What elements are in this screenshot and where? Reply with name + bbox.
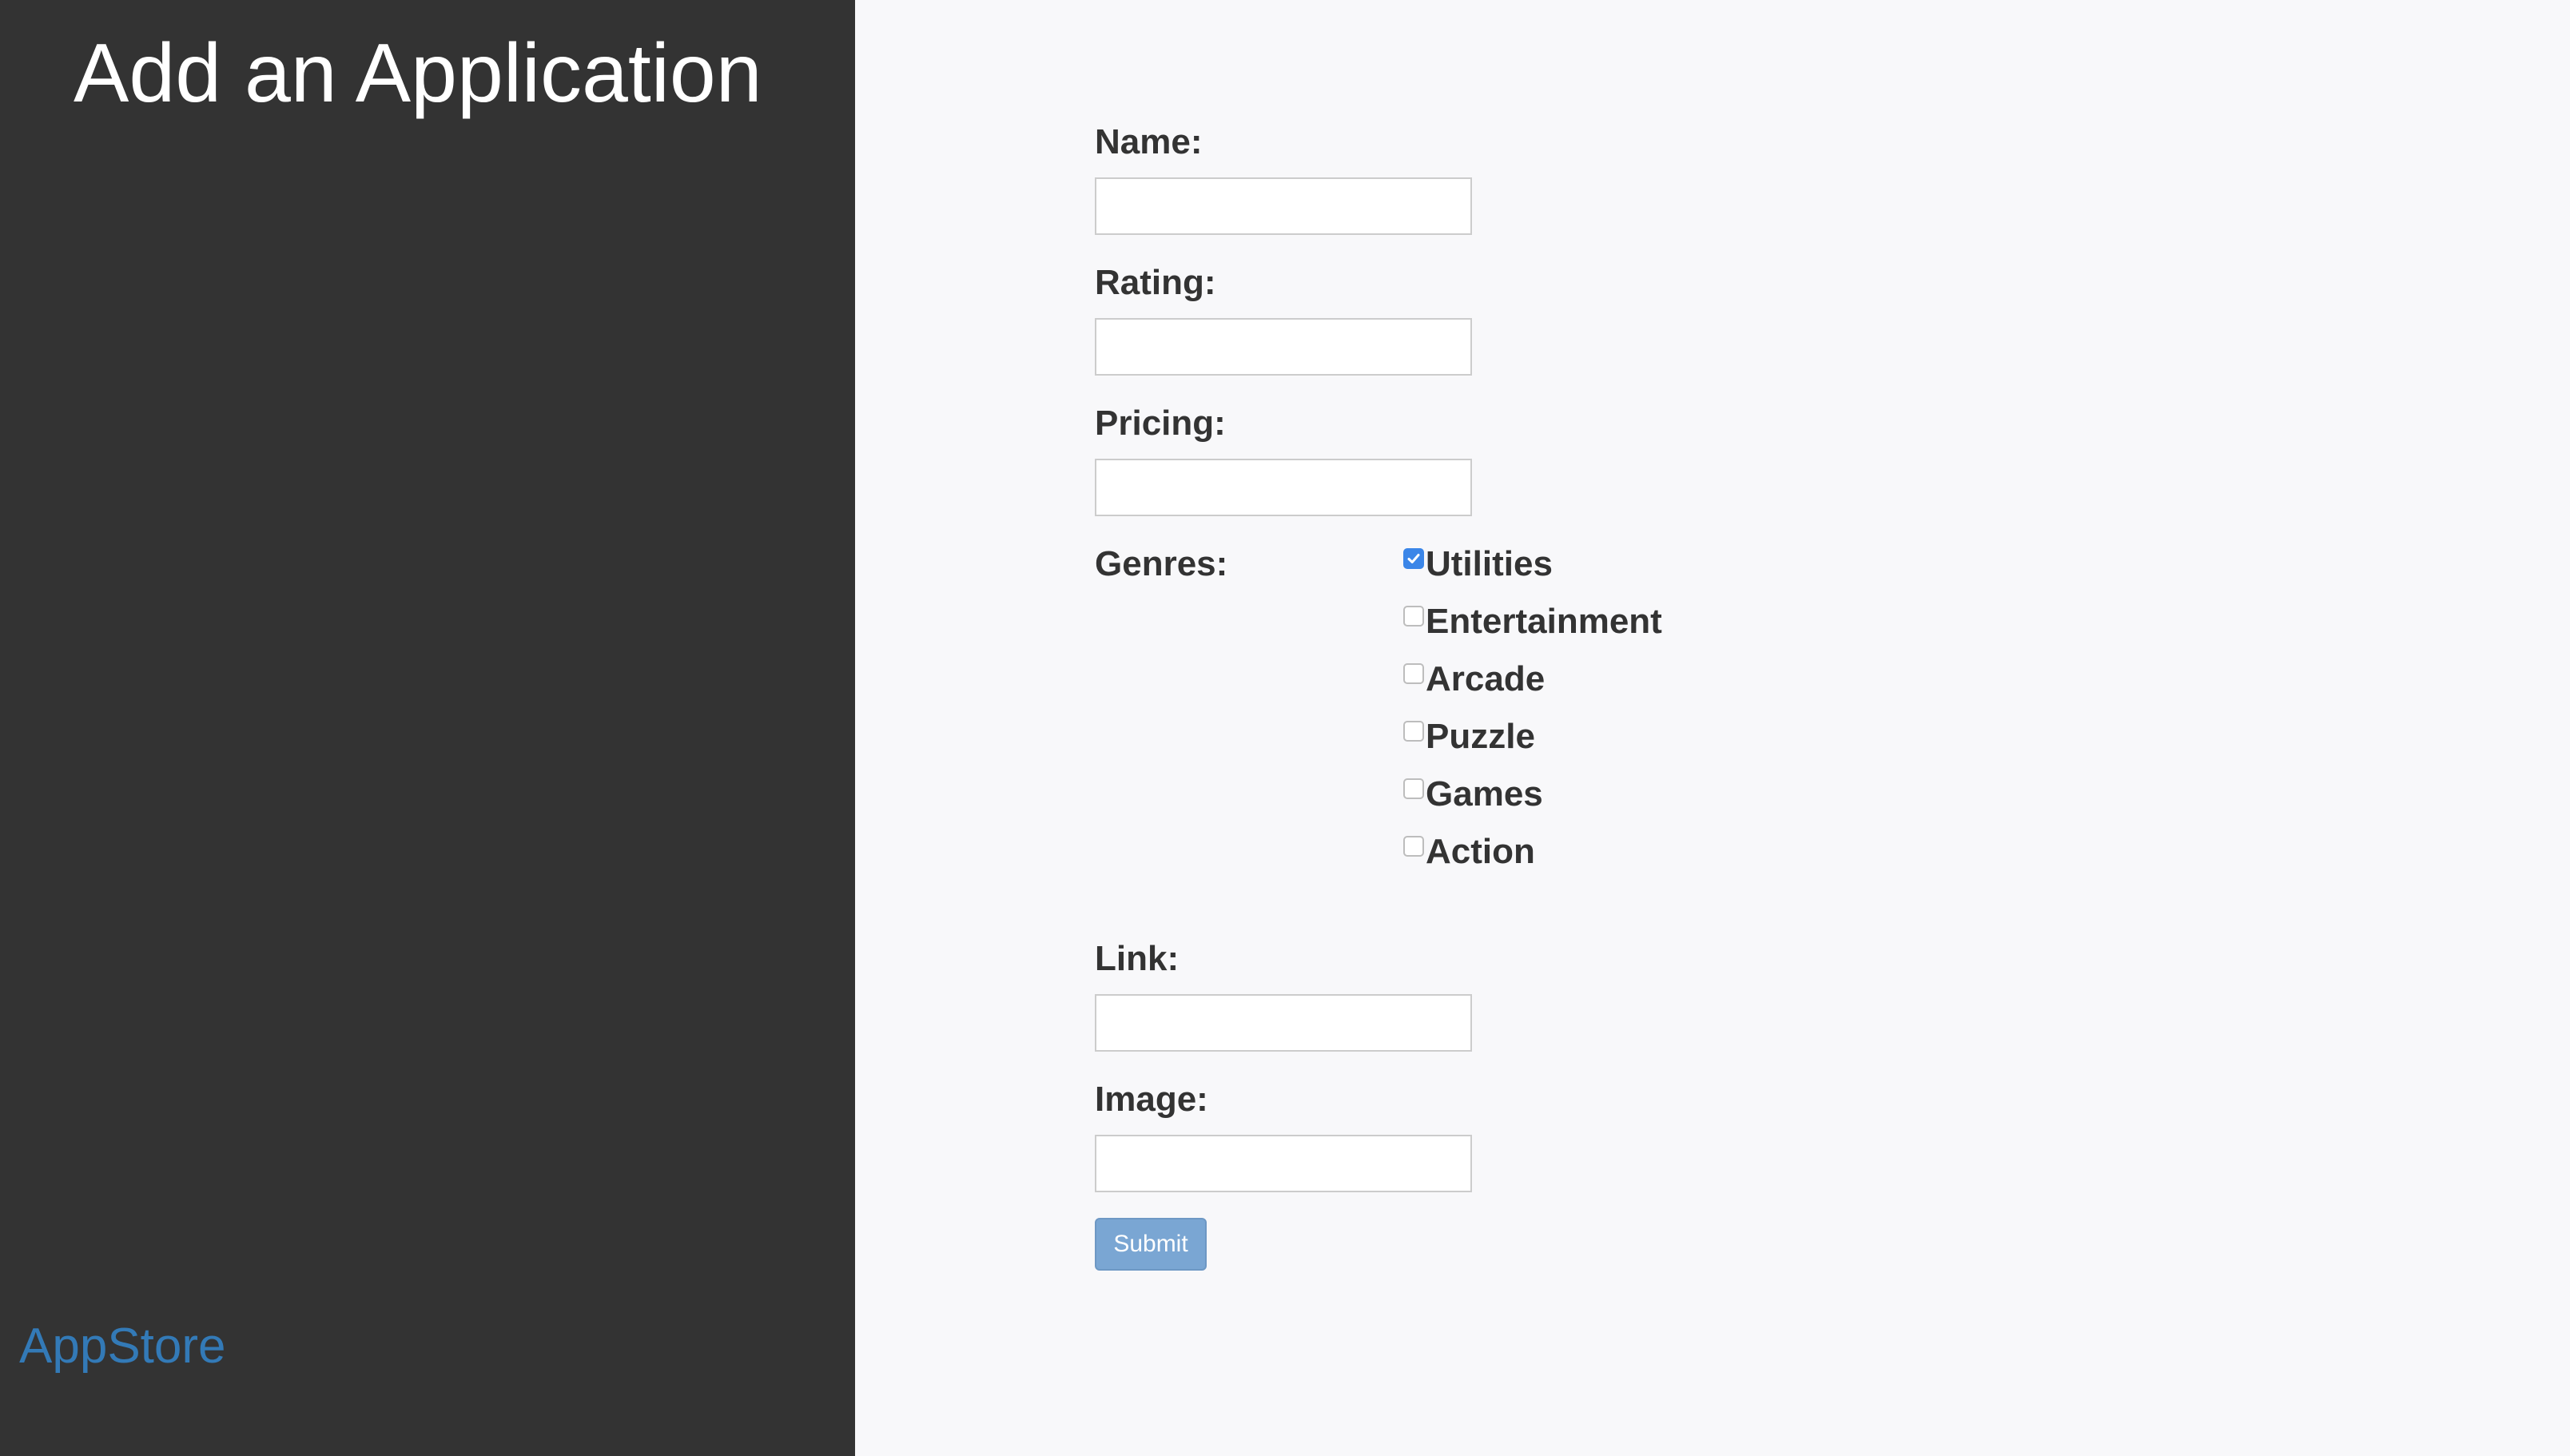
name-input[interactable]: [1095, 177, 1472, 235]
genre-label-games: Games: [1426, 774, 1543, 814]
genre-option-utilities[interactable]: Utilities: [1403, 540, 1553, 588]
sidebar: Add an Application AppStore: [0, 0, 855, 1456]
genre-option-action[interactable]: Action: [1403, 828, 1535, 876]
genre-checkbox-puzzle[interactable]: [1403, 721, 1424, 742]
submit-button[interactable]: Submit: [1095, 1218, 1207, 1271]
genre-label-entertainment: Entertainment: [1426, 602, 1662, 641]
link-label: Link:: [1095, 939, 1180, 978]
genre-label-utilities: Utilities: [1426, 544, 1553, 583]
page-title: Add an Application: [74, 27, 762, 120]
rating-input[interactable]: [1095, 318, 1472, 376]
genre-option-entertainment[interactable]: Entertainment: [1403, 598, 1662, 646]
image-input[interactable]: [1095, 1135, 1472, 1192]
rating-label: Rating:: [1095, 263, 1216, 302]
genre-checkbox-action[interactable]: [1403, 836, 1424, 857]
genre-option-games[interactable]: Games: [1403, 770, 1543, 818]
pricing-input[interactable]: [1095, 459, 1472, 516]
genre-checkbox-games[interactable]: [1403, 778, 1424, 799]
genre-option-puzzle[interactable]: Puzzle: [1403, 713, 1535, 761]
link-input[interactable]: [1095, 994, 1472, 1052]
brand-link[interactable]: AppStore: [19, 1311, 226, 1382]
image-label: Image:: [1095, 1080, 1208, 1119]
genre-label-arcade: Arcade: [1426, 659, 1546, 698]
pricing-label: Pricing:: [1095, 404, 1226, 443]
genre-checkbox-entertainment[interactable]: [1403, 606, 1424, 627]
name-label: Name:: [1095, 122, 1203, 161]
genre-option-arcade[interactable]: Arcade: [1403, 655, 1545, 703]
genres-label: Genres:: [1095, 544, 1228, 583]
checkmark-icon: [1407, 554, 1420, 563]
genre-checkbox-arcade[interactable]: [1403, 663, 1424, 684]
genre-label-puzzle: Puzzle: [1426, 717, 1535, 756]
genre-label-action: Action: [1426, 832, 1535, 871]
genre-checkbox-utilities[interactable]: [1403, 548, 1424, 569]
